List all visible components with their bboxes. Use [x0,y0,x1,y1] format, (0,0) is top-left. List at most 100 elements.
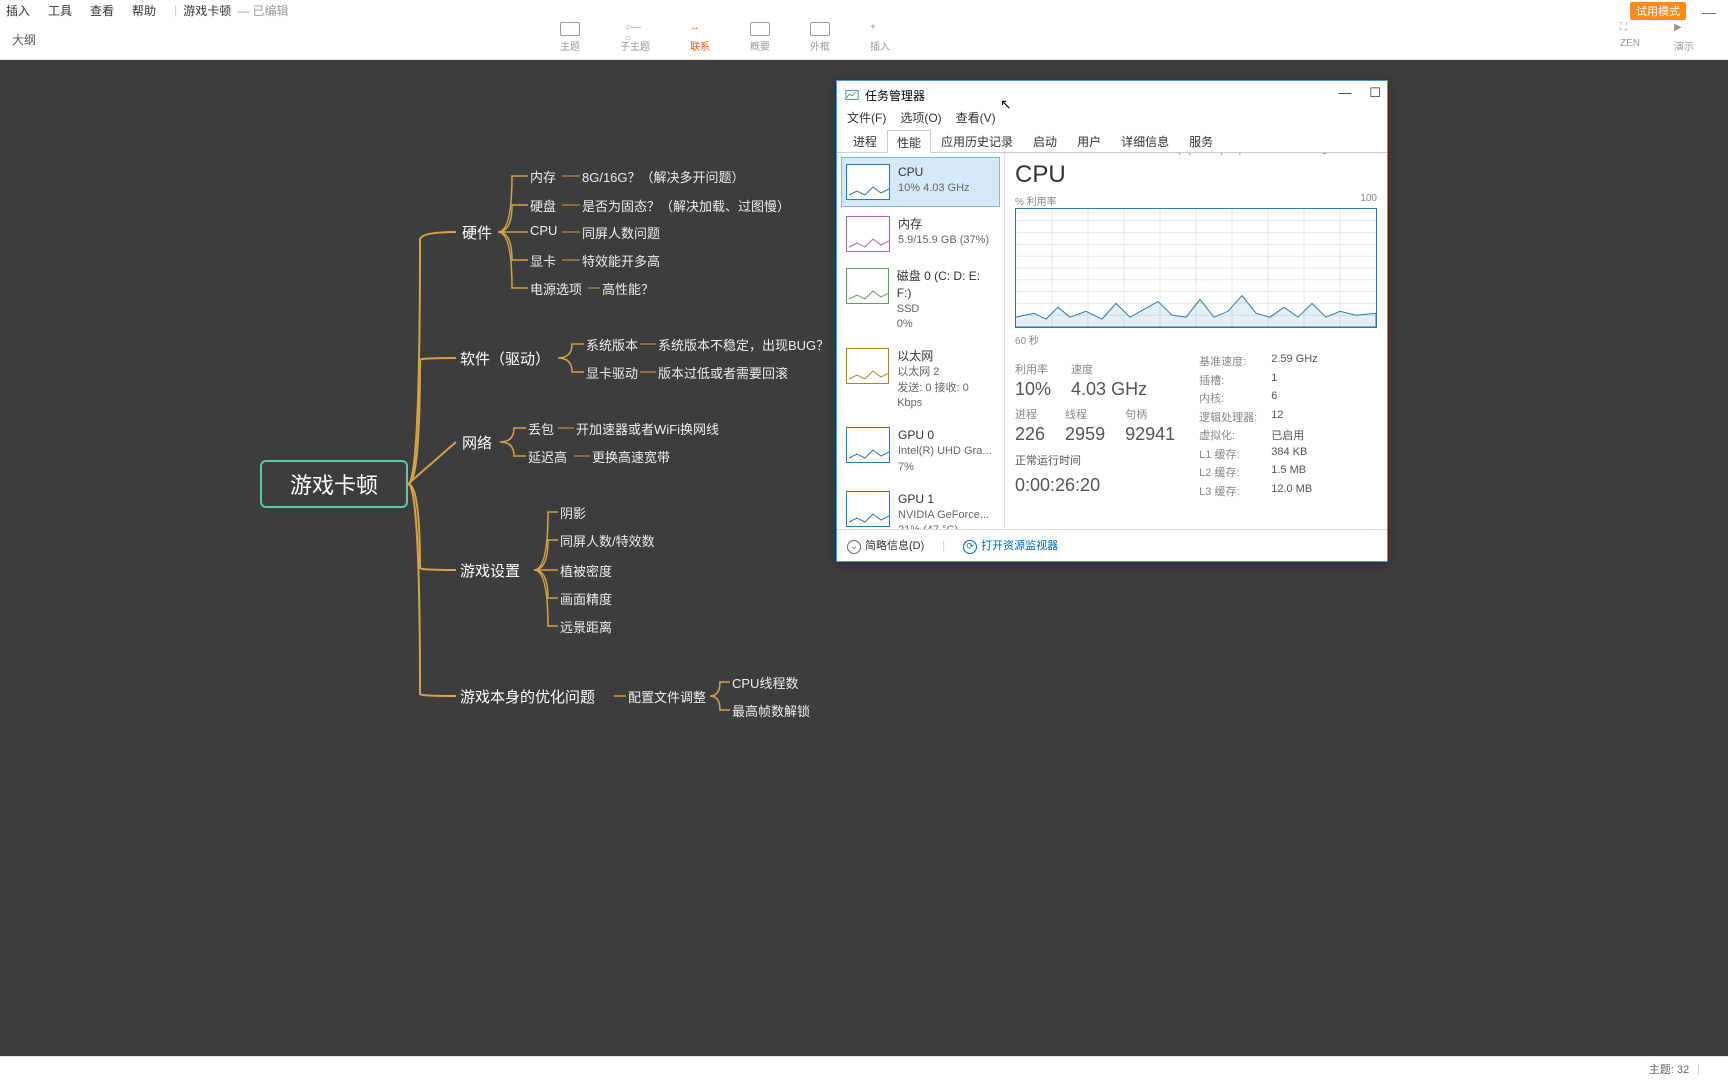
stat-label: 进程 [1015,406,1045,422]
tm-menubar: 文件(F) 选项(O) 查看(V) [837,109,1387,129]
spec-value: 已启用 [1271,427,1317,444]
node-hardware[interactable]: 硬件 [460,222,494,243]
spec-value: 1 [1271,372,1317,389]
tm-title-text: 任务管理器 [865,87,925,104]
tm-tabs: 进程 性能 应用历史记录 启动 用户 详细信息 服务 [837,129,1387,153]
tm-side-GPU 0[interactable]: GPU 0Intel(R) UHD Gra... 7% [841,420,1000,482]
tm-minimize[interactable]: — [1338,85,1351,101]
tm-cpu-chart[interactable] [1015,208,1377,328]
uptime-label: 正常运行时间 [1015,453,1175,471]
tm-resource-name: CPU [1015,161,1066,188]
axis-label: % 利用率 [1015,193,1057,208]
thumb-icon [846,216,890,252]
leaf-desc: 更换高速宽带 [592,447,670,466]
node-network[interactable]: 网络 [460,432,494,453]
thumb-icon [846,491,890,527]
tm-brief-toggle[interactable]: ⌄简略信息(D) [847,537,924,554]
leaf[interactable]: CPU [530,223,557,238]
spec-value: 6 [1271,390,1317,407]
tm-side-以太网[interactable]: 以太网以太网 2 发送: 0 接收: 0 Kbps [841,341,1000,418]
leaf[interactable]: 系统版本 [586,335,638,354]
tm-tab-users[interactable]: 用户 [1067,129,1111,152]
trial-badge[interactable]: 试用模式 [1630,2,1686,20]
leaf[interactable]: 显卡 [530,251,556,270]
leaf-desc: 特效能开多高 [582,251,660,270]
tm-side-内存[interactable]: 内存5.9/15.9 GB (37%) [841,209,1000,259]
leaf[interactable]: 阴影 [560,503,586,522]
tm-open-monitor[interactable]: ⟳打开资源监视器 [963,537,1058,554]
stat-value: 10% [1015,379,1051,400]
node-opt[interactable]: 游戏本身的优化问题 [458,686,597,707]
tm-side-GPU 1[interactable]: GPU 1NVIDIA GeForce... 21% (47 °C) [841,484,1000,529]
tm-tab-processes[interactable]: 进程 [843,129,887,152]
uptime-value: 0:00:26:20 [1015,471,1175,500]
leaf[interactable]: CPU线程数 [732,673,798,692]
leaf[interactable]: 丢包 [528,419,554,438]
menu-insert[interactable]: 插入 [6,2,30,19]
menu-view[interactable]: 查看 [90,2,114,19]
tm-side-CPU[interactable]: CPU10% 4.03 GHz [841,157,1000,207]
leaf-desc: 8G/16G？（解决多开问题） [582,167,745,186]
leaf[interactable]: 植被密度 [560,561,612,580]
node-software[interactable]: 软件（驱动） [458,348,552,369]
spec-label: 内核: [1199,390,1257,407]
tm-side-磁盘 0 (C: D: E: F:)[interactable]: 磁盘 0 (C: D: E: F:)SSD 0% [841,261,1000,339]
tm-tab-performance[interactable]: 性能 [887,130,931,153]
leaf-desc: 是否为固态？（解决加载、过图慢） [582,196,790,215]
tool-boundary[interactable]: 外框 [810,22,830,53]
spec-label: 逻辑处理器: [1199,409,1257,426]
top-menu-bar: 插入 工具 查看 帮助 | 游戏卡顿 — 已编辑 [0,0,1728,20]
leaf[interactable]: 远景距离 [560,617,612,636]
tool-present[interactable]: ▶演示 [1674,22,1694,53]
tm-tab-services[interactable]: 服务 [1179,129,1223,152]
axis-max: 100 [1360,193,1377,208]
spec-label: L1 缓存: [1199,446,1257,463]
tool-zen[interactable]: ⛶ZEN [1620,22,1640,53]
stat-value: 2959 [1065,424,1105,445]
stat-label: 线程 [1065,406,1105,422]
leaf[interactable]: 硬盘 [530,196,556,215]
task-manager-window[interactable]: 任务管理器 — ☐ 文件(F) 选项(O) 查看(V) 进程 性能 应用历史记录… [836,80,1388,562]
tool-topic[interactable]: 主题 [560,22,580,53]
tm-menu-options[interactable]: 选项(O) [900,109,941,129]
spec-label: 虚拟化: [1199,427,1257,444]
leaf[interactable]: 内存 [530,167,556,186]
leaf[interactable]: 同屏人数/特效数 [560,531,655,550]
tm-main-panel: CPU Intel(R) Core(TM) i7-9750H CPU @ 2.6… [1005,153,1387,529]
tm-titlebar[interactable]: 任务管理器 — ☐ [837,81,1387,109]
spec-label: L2 缓存: [1199,464,1257,481]
menu-help[interactable]: 帮助 [132,2,156,19]
tool-insert[interactable]: +插入 [870,22,890,53]
leaf[interactable]: 延迟高 [528,447,567,466]
tm-tab-startup[interactable]: 启动 [1023,129,1067,152]
tm-tab-history[interactable]: 应用历史记录 [931,129,1023,152]
outline-toggle[interactable]: 大纲 [12,31,36,48]
doc-title: 游戏卡顿 [183,2,231,19]
toolbar-center: 主题 ○—○子主题 ↔联系 概要 外框 +插入 [560,22,890,53]
spec-value: 12.0 MB [1271,483,1317,500]
spec-grid: 基准速度:2.59 GHz插槽:1内核:6逻辑处理器:12虚拟化:已启用L1 缓… [1199,353,1318,499]
menu-tools[interactable]: 工具 [48,2,72,19]
leaf[interactable]: 画面精度 [560,589,612,608]
spec-label: 插槽: [1199,372,1257,389]
tm-maximize[interactable]: ☐ [1369,85,1381,101]
tool-summary[interactable]: 概要 [750,22,770,53]
stat-label: 句柄 [1125,406,1175,422]
leaf[interactable]: 电源选项 [530,279,582,298]
tool-relation[interactable]: ↔联系 [690,22,710,53]
leaf[interactable]: 配置文件调整 [628,687,706,706]
spec-label: 基准速度: [1199,353,1257,370]
stat-value: 92941 [1125,424,1175,445]
node-game-settings[interactable]: 游戏设置 [458,560,522,581]
leaf-desc: 高性能？ [602,279,654,298]
tool-subtopic[interactable]: ○—○子主题 [620,22,650,53]
leaf[interactable]: 显卡驱动 [586,363,638,382]
leaf-desc: 开加速器或者WiFi换网线 [576,419,719,438]
thumb-icon [846,427,890,463]
tm-menu-file[interactable]: 文件(F) [847,109,886,129]
app-minimize[interactable]: — [1702,4,1716,20]
leaf-desc: 同屏人数问题 [582,223,660,242]
tm-menu-view[interactable]: 查看(V) [956,109,996,129]
leaf[interactable]: 最高帧数解锁 [732,701,810,720]
tm-tab-details[interactable]: 详细信息 [1111,129,1179,152]
